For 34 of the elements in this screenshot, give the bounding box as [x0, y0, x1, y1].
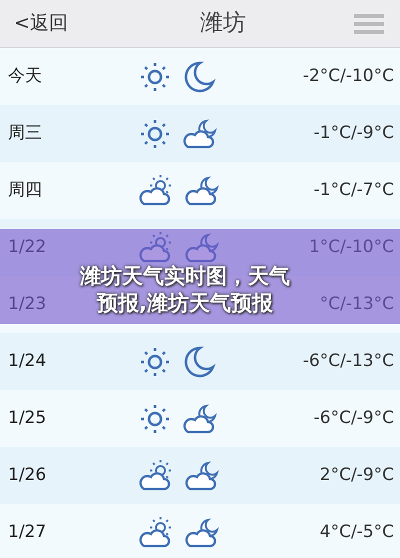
temperature-range: 4°C/-5°C [320, 520, 394, 544]
cloud-sun-icon [138, 174, 174, 206]
day-label: 1/23 [8, 292, 46, 316]
cloud-sun-icon [138, 460, 174, 492]
banner-title: 潍坊天气实时图，天气预报,潍坊天气预报 [78, 263, 291, 318]
day-label: 周四 [8, 178, 42, 202]
day-label: 今天 [8, 64, 42, 88]
temperature-range: -1°C/-7°C [314, 178, 394, 202]
cloud-moon-icon [184, 232, 220, 264]
page-title: 潍坊 [198, 9, 247, 38]
day-label: 1/22 [8, 236, 46, 259]
cloud-sun-icon [138, 232, 174, 264]
moon-icon [182, 60, 216, 94]
temperature-range: -6°C/-13°C [302, 350, 394, 373]
temperature-range: -1°C/-9°C [314, 122, 394, 145]
cloud-moon-icon [184, 460, 220, 492]
cloud-moon-icon [182, 118, 218, 150]
day-label: 1/26 [8, 464, 46, 487]
day-label: 周三 [8, 122, 42, 145]
cloud-moon-icon [184, 516, 220, 548]
cloud-moon-icon [184, 174, 220, 206]
day-label: 1/24 [8, 350, 46, 373]
day-label: 1/27 [8, 520, 46, 544]
back-button[interactable]: <返回 [0, 9, 68, 38]
moon-icon [182, 344, 216, 378]
temperature-range: °C/-13°C [320, 292, 394, 316]
cloud-moon-icon [182, 402, 218, 434]
temperature-range: -6°C/-9°C [314, 406, 394, 430]
cloud-sun-icon [138, 516, 174, 548]
temperature-range: 1°C/-10°C [308, 236, 394, 259]
day-label: 1/25 [8, 406, 46, 430]
temperature-range: 2°C/-9°C [320, 464, 394, 487]
menu-icon [354, 12, 384, 36]
temperature-range: -2°C/-10°C [302, 64, 394, 88]
